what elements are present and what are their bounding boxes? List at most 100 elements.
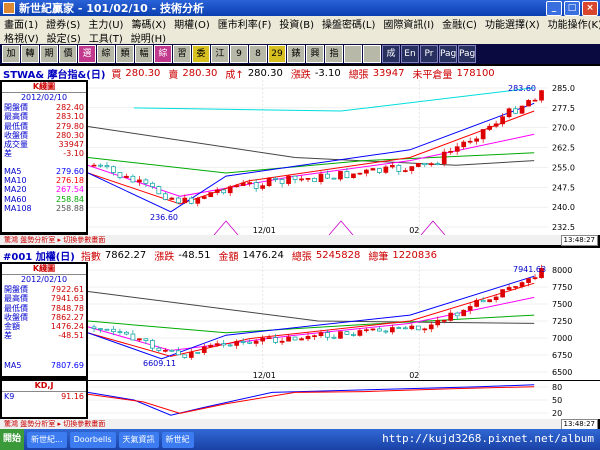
toolbar-button-2[interactable]: 期 — [40, 45, 58, 63]
top-chart-panel: K綫圖 2012/02/10 開盤價 282.40 最高價 283.10 最低價 279.… — [0, 80, 600, 246]
menu-item-row1-3[interactable]: 籌碼(X) — [127, 16, 170, 31]
bottom-date-tick: 12/01 — [253, 371, 276, 380]
maximize-button[interactable]: □ — [564, 1, 580, 16]
info-value: 282.40 — [56, 103, 84, 112]
toolbar-button-5[interactable]: 綜 — [97, 45, 115, 63]
menu-item-row1-10[interactable]: 功能選擇(X) — [481, 16, 544, 31]
menu-item-row2-2[interactable]: 工具(T) — [85, 30, 127, 45]
minimize-button[interactable]: _ — [546, 1, 562, 16]
kdj-strip-text: 驚鴻 盤勢分析室 ▸ 切換參數畫面 — [4, 420, 106, 428]
top-candle — [474, 138, 480, 142]
bottom-candle — [383, 330, 389, 333]
toolbar-button-16[interactable]: 興 — [306, 45, 324, 63]
sell-value: 280.30 — [182, 67, 218, 79]
taskbar-task-2[interactable]: 天氣資訊 — [118, 431, 159, 448]
toolbar-button-21[interactable]: En — [401, 45, 419, 63]
toolbar-button-20[interactable]: 成 — [382, 45, 400, 63]
info-value: 1476.24 — [50, 322, 84, 332]
top-candle — [279, 179, 285, 184]
bottom-candle — [441, 320, 447, 322]
bottom-candle — [448, 312, 454, 321]
taskbar-task-0[interactable]: 新世紀... — [27, 431, 67, 448]
top-symbol[interactable]: STWA& 摩台指&(日) — [3, 66, 105, 81]
toolbar-button-8[interactable]: 綜 — [154, 45, 172, 63]
toolbar-button-15[interactable]: 錶 — [287, 45, 305, 63]
toolbar-button-6[interactable]: 類 — [116, 45, 134, 63]
toolbar-button-17[interactable]: 指 — [325, 45, 343, 63]
toolbar-button-3[interactable]: 價 — [59, 45, 77, 63]
taskbar-task-1[interactable]: Doorbells — [69, 431, 116, 448]
toolbar-button-10[interactable]: 委 — [192, 45, 210, 63]
amount-label: 金額 — [218, 251, 239, 263]
menu-item-row1-8[interactable]: 國際資訊(I) — [379, 16, 438, 31]
top-low-label: 236.60 — [150, 213, 178, 222]
info-key: 最低價 — [4, 303, 28, 313]
top-candle — [377, 168, 382, 173]
toolbar-button-13[interactable]: 8 — [249, 45, 267, 63]
bottom-candle — [156, 347, 162, 351]
toolbar-button-0[interactable]: 加 — [2, 45, 20, 63]
start-button[interactable]: 開始 — [0, 429, 24, 450]
toolbar-button-12[interactable]: 9 — [230, 45, 248, 63]
menu-item-row1-2[interactable]: 主力(U) — [84, 16, 127, 31]
menu-item-row2-0[interactable]: 格視(V) — [0, 30, 43, 45]
bottom-candle — [91, 326, 97, 329]
toolbar-button-18[interactable] — [344, 45, 362, 63]
menu-item-row1-1[interactable]: 證券(S) — [42, 16, 84, 31]
top-candle — [364, 169, 369, 174]
index-label: 指數 — [80, 251, 101, 263]
bottom-candle — [519, 282, 525, 287]
kdj-axis-tick: 50 — [552, 396, 562, 405]
toolbar-button-24[interactable]: Page — [458, 45, 476, 63]
info-value: 7807.69 — [50, 360, 84, 370]
top-date-tick: 12/01 — [253, 226, 276, 235]
info-value: 258.84 — [56, 194, 84, 204]
bottom-symbol[interactable]: #001 加權(日) — [3, 248, 75, 263]
info-key: 收盤價 — [4, 130, 28, 140]
kdj-axis-tick: 20 — [552, 409, 562, 418]
toolbar-button-23[interactable]: Page — [439, 45, 457, 63]
menu-item-row2-3[interactable]: 說明(H) — [127, 30, 170, 45]
menu-item-row1-7[interactable]: 操盤密碼(L) — [318, 16, 379, 31]
toolbar-button-4[interactable]: 選 — [78, 45, 96, 63]
menu-item-row1-5[interactable]: 匯市利率(F) — [214, 16, 276, 31]
top-candle — [506, 108, 512, 118]
toolbar-button-7[interactable]: 幅 — [135, 45, 153, 63]
bottom-candle — [480, 299, 486, 303]
menu-item-row1-6[interactable]: 投資(B) — [275, 16, 318, 31]
toolbar-button-1[interactable]: 轉 — [21, 45, 39, 63]
info-key: 開盤價 — [4, 103, 28, 112]
bottom-candlestick-chart[interactable]: 8000 7750 7500 7250 7000 6750 6500 12/01 02 7941.… — [88, 262, 600, 380]
bottom-candle — [474, 299, 480, 307]
menu-item-row1-9[interactable]: 金融(C) — [438, 16, 481, 31]
top-candle — [117, 172, 123, 178]
count-value: 1220836 — [392, 249, 437, 261]
menu-item-row1-11[interactable]: 功能操作(K) — [544, 16, 600, 31]
toolbar-button-9[interactable]: 習 — [173, 45, 191, 63]
top-axis-tick: 270.0 — [552, 124, 575, 133]
top-candle — [111, 166, 116, 173]
top-candlestick-chart[interactable]: 285.0 277.5 270.0 262.5 255.0 247.5 240.0 232.5… — [88, 80, 600, 235]
top-candle — [513, 108, 518, 114]
menu-item-row1-4[interactable]: 期權(O) — [170, 16, 214, 31]
toolbar-button-22[interactable]: Pr — [420, 45, 438, 63]
bottom-candle — [344, 331, 350, 335]
bottom-candle — [292, 336, 298, 341]
bottom-axis-tick: 7750 — [552, 283, 572, 292]
toolbar-button-14[interactable]: 29 — [268, 45, 286, 63]
toolbar-button-11[interactable]: 江 — [211, 45, 229, 63]
taskbar-task-3[interactable]: 新世紀 — [161, 431, 194, 448]
bottom-candle — [467, 306, 473, 311]
close-button[interactable]: × — [582, 1, 598, 16]
menu-item-row2-1[interactable]: 設定(S) — [43, 30, 85, 45]
bottom-candle — [461, 309, 467, 317]
bottom-candle — [137, 338, 142, 341]
top-candle — [435, 163, 441, 165]
kdj-chart[interactable]: 80 50 20 — [88, 381, 600, 419]
top-candle — [396, 164, 402, 172]
top-candle — [305, 178, 311, 180]
menu-item-row1-0[interactable]: 畫面(1) — [0, 16, 42, 31]
toolbar-button-19[interactable] — [363, 45, 381, 63]
info-row: 最高價 283.10 — [2, 112, 86, 121]
top-candle — [150, 182, 155, 187]
